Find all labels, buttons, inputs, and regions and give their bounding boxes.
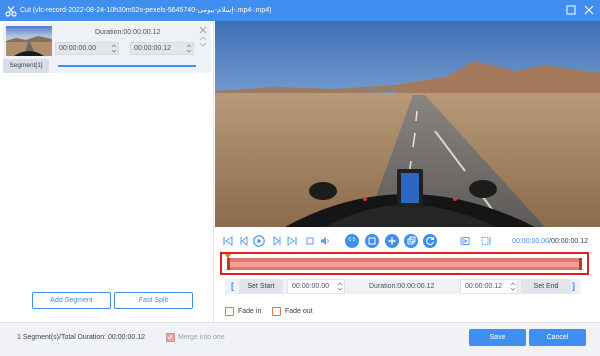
- scissors-icon: [5, 6, 17, 17]
- end-bracket-icon: ]: [572, 281, 575, 291]
- merge-checkbox: [166, 333, 175, 342]
- window-title: Cut (vlc-record-2022-08-24-10h30m52s-pex…: [20, 7, 272, 14]
- segment-end-field[interactable]: 00:00:00.12: [130, 42, 194, 55]
- fast-split-button[interactable]: Fast Split: [114, 292, 193, 309]
- add-segment-button[interactable]: Add Segment: [32, 292, 111, 309]
- copy-segment-button[interactable]: [404, 234, 418, 248]
- jump-to-end-icon[interactable]: [480, 235, 492, 247]
- copy-icon: [407, 236, 416, 245]
- jump-to-start-icon[interactable]: [459, 235, 471, 247]
- save-button[interactable]: Save: [469, 329, 526, 346]
- skip-to-end-icon[interactable]: [286, 235, 298, 247]
- player-controls: 0.5 00:00:00.00/00:00:00.12: [215, 230, 600, 252]
- spinner-icon[interactable]: [111, 43, 117, 54]
- segment-start-field[interactable]: 00:00:00.00: [55, 42, 119, 55]
- segment-thumbnail: [6, 26, 52, 56]
- checkmark-icon: [167, 335, 173, 340]
- add-marker-button[interactable]: [385, 234, 399, 248]
- fade-out-label: Fade out: [285, 308, 313, 315]
- segment-progress-bar: [58, 65, 196, 67]
- volume-icon[interactable]: [319, 235, 331, 247]
- speed-badge: 0.5: [348, 237, 356, 243]
- segment-card[interactable]: Duration:00:00:00.12 00:00:00.00 00:00:0…: [3, 23, 211, 73]
- trim-controls: [ Set Start 00:00:00.00 Duration:00:00:0…: [225, 279, 581, 294]
- segment-start-value: 00:00:00.00: [59, 45, 96, 52]
- trim-duration: Duration:00:00:00.12: [369, 283, 435, 290]
- segment-label: Segment[1]: [3, 59, 49, 73]
- fade-in-label: Fade in: [238, 308, 262, 315]
- maximize-icon[interactable]: [565, 4, 577, 16]
- skip-to-start-icon[interactable]: [222, 235, 234, 247]
- reset-button[interactable]: [423, 234, 437, 248]
- plus-icon: [388, 237, 396, 245]
- timeline-start-handle[interactable]: [227, 258, 230, 270]
- fade-out-option[interactable]: Fade out: [272, 307, 317, 317]
- time-display: 00:00:00.00/00:00:00.12: [512, 238, 588, 245]
- timeline-selection: [227, 262, 582, 267]
- delete-segment-icon[interactable]: [199, 26, 207, 34]
- crop-button[interactable]: [365, 234, 379, 248]
- segment-end-value: 00:00:00.12: [134, 45, 171, 52]
- footer-bar: 1 Segment(s)/Total Duration: 00:00:00.12…: [0, 322, 600, 356]
- spinner-icon[interactable]: [510, 281, 516, 292]
- current-time: 00:00:00.00: [512, 238, 550, 245]
- play-icon[interactable]: [253, 235, 265, 247]
- trim-start-field[interactable]: 00:00:00.00: [287, 279, 345, 294]
- chevron-up-icon[interactable]: [199, 35, 207, 41]
- cancel-button[interactable]: Cancel: [529, 329, 586, 346]
- trim-end-value: 00:00:00.12: [465, 283, 502, 290]
- set-end-button[interactable]: Set End: [521, 279, 571, 294]
- title-bar: Cut (vlc-record-2022-08-24-10h30m52s-pex…: [0, 0, 600, 21]
- fade-in-option[interactable]: Fade in: [225, 307, 265, 317]
- crop-icon: [368, 237, 376, 245]
- refresh-icon: [426, 236, 435, 246]
- merge-label: Merge into one: [178, 334, 225, 341]
- close-icon[interactable]: [583, 4, 595, 16]
- video-preview: [215, 21, 600, 227]
- fade-in-checkbox[interactable]: [225, 307, 234, 316]
- timeline-end-handle[interactable]: [579, 258, 582, 270]
- previous-frame-icon[interactable]: [238, 235, 250, 247]
- status-text: 1 Segment(s)/Total Duration: 00:00:00.12: [17, 334, 146, 341]
- trim-end-field[interactable]: 00:00:00.12: [460, 279, 518, 294]
- segment-duration: Duration:00:00:00.12: [95, 29, 161, 36]
- fade-out-checkbox[interactable]: [272, 307, 281, 316]
- next-frame-icon[interactable]: [271, 235, 283, 247]
- speed-button[interactable]: 0.5: [345, 234, 359, 248]
- stop-icon[interactable]: [304, 235, 316, 247]
- spinner-icon[interactable]: [186, 43, 192, 54]
- start-bracket-icon: [: [231, 281, 234, 291]
- set-start-button[interactable]: Set Start: [239, 279, 283, 294]
- chevron-down-icon[interactable]: [199, 42, 207, 48]
- segment-panel: Duration:00:00:00.12 00:00:00.00 00:00:0…: [0, 21, 214, 322]
- trim-start-value: 00:00:00.00: [292, 283, 329, 290]
- total-time: /00:00:00.12: [549, 238, 588, 245]
- timeline-track[interactable]: [227, 258, 582, 270]
- spinner-icon[interactable]: [337, 281, 343, 292]
